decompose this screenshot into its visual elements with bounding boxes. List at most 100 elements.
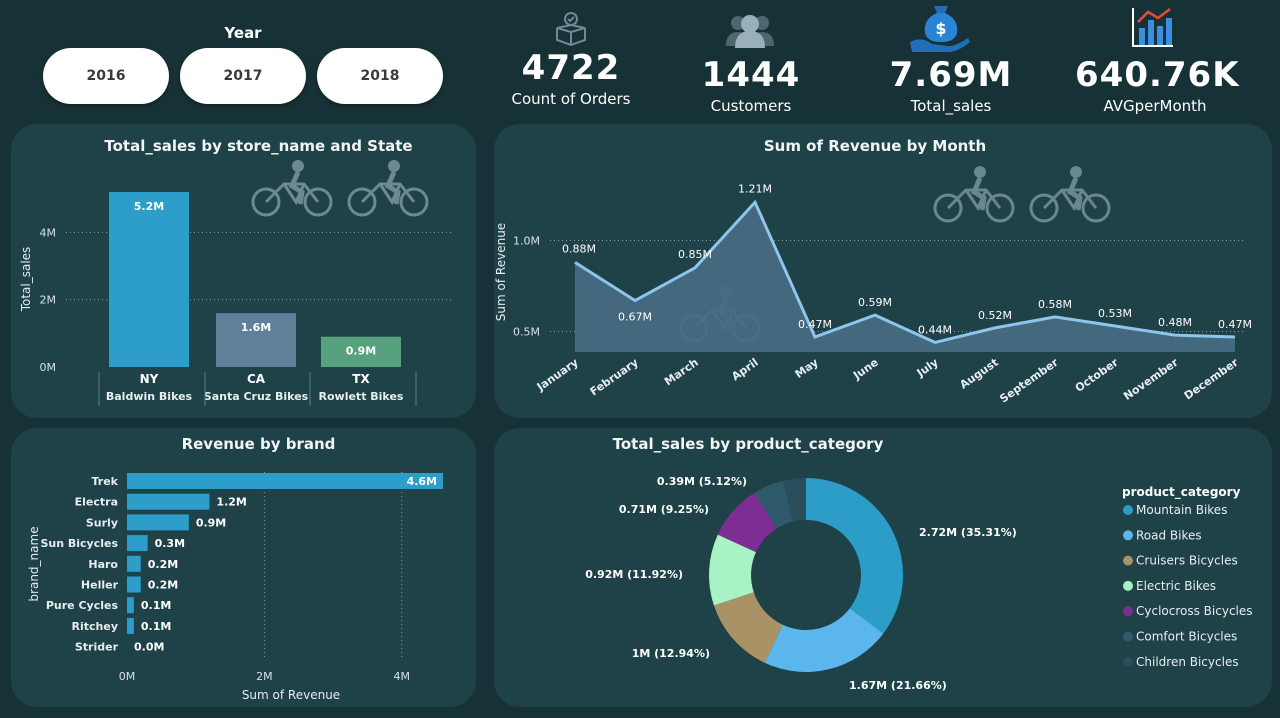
kpi-orders-label: Count of Orders <box>511 90 631 108</box>
bar <box>127 597 134 614</box>
legend-swatch <box>1123 580 1133 591</box>
data-label: 0.3M <box>155 537 185 550</box>
kpi-total-sales-value: 7.69M <box>889 55 1013 95</box>
bar-chart-icon <box>1132 8 1173 47</box>
donut-slice <box>806 478 903 634</box>
kpi-customers-value: 1444 <box>701 55 801 95</box>
data-label: 0.67M <box>618 311 652 324</box>
y-tick-label: 4M <box>40 226 57 239</box>
kpi-avg-per-month-label: AVGperMonth <box>1103 97 1207 115</box>
legend-entry: Electric Bikes <box>1136 579 1216 593</box>
y-tick-label: Ritchey <box>72 620 118 633</box>
x-tick-label: 4M <box>394 670 411 683</box>
y-tick-label: 2M <box>40 294 57 307</box>
legend-entry: Comfort Bicycles <box>1136 630 1237 644</box>
x-tick-label: April <box>729 356 761 383</box>
bar <box>127 535 148 552</box>
x-axis-label: Sum of Revenue <box>242 688 340 702</box>
data-label: 4.6M <box>407 475 437 488</box>
data-label: 0.0M <box>134 641 164 654</box>
data-label: 0.9M <box>346 345 376 358</box>
month-revenue-chart: 0.5M 1.0M Sum of Revenue 0.88M January 0.67M F… <box>494 124 1252 406</box>
bar <box>109 192 189 367</box>
data-label: 0.1M <box>141 620 171 633</box>
data-label: 0.44M <box>918 323 952 336</box>
store-sales-chart: 0M 2M 4M Total_sales 5.2M NY Baldwin Bikes 1.6M… <box>19 124 451 406</box>
legend-entry: Children Bicycles <box>1136 655 1239 669</box>
x-tick-label: November <box>1121 355 1181 402</box>
legend-entry: Cruisers Bicycles <box>1136 554 1238 568</box>
legend-swatch <box>1123 606 1133 617</box>
x-tick-label: TX <box>352 372 370 386</box>
x-tick-label: 2M <box>256 670 273 683</box>
data-label: 5.2M <box>134 200 164 213</box>
data-label: 0.1M <box>141 599 171 612</box>
x-subtick-label: Baldwin Bikes <box>106 390 193 403</box>
data-label: 0.52M <box>978 309 1012 322</box>
legend-swatch <box>1123 505 1133 515</box>
y-tick-label: Trek <box>92 475 119 488</box>
legend-entry: Cyclocross Bicycles <box>1136 604 1253 618</box>
bar <box>127 555 141 572</box>
category-donut-chart: 2.72M (35.31%) 1.67M (21.66%) 1M (12.94%) 0… <box>585 475 1253 692</box>
kpi-avg-per-month: 640.76K AVGperMonth <box>1075 55 1240 115</box>
kpi-total-sales: 7.69M Total_sales <box>870 55 1032 115</box>
bar <box>127 514 189 531</box>
legend-swatch <box>1123 656 1133 667</box>
x-tick-label: January <box>534 356 581 394</box>
data-label: 0.71M (9.25%) <box>619 503 709 516</box>
y-tick-label: Sun Bicycles <box>40 537 118 550</box>
year-button-2018[interactable]: 2018 <box>317 48 443 104</box>
data-label: 0.2M <box>148 558 178 571</box>
kpi-avg-per-month-value: 640.76K <box>1075 55 1240 95</box>
bicycle-icon <box>253 160 331 215</box>
data-label: 1.67M (21.66%) <box>849 679 947 692</box>
svg-text:$: $ <box>935 19 946 38</box>
x-tick-label: December <box>1182 355 1241 402</box>
y-tick-label: Strider <box>75 641 119 654</box>
customers-icon <box>726 15 774 48</box>
data-label: 0.47M <box>1218 318 1252 331</box>
kpi-total-sales-label: Total_sales <box>910 97 992 115</box>
x-tick-label: October <box>1073 355 1121 394</box>
kpi-customers-label: Customers <box>710 97 792 115</box>
data-label: 0.39M (5.12%) <box>657 475 747 488</box>
year-button-2016[interactable]: 2016 <box>43 48 169 104</box>
data-label: 0.47M <box>798 318 832 331</box>
bar <box>127 493 210 510</box>
x-subtick-label: Santa Cruz Bikes <box>204 390 309 403</box>
data-label: 1.21M <box>738 182 772 195</box>
x-tick-label: 0M <box>119 670 136 683</box>
legend-title: product_category <box>1122 485 1241 500</box>
data-label: 0.9M <box>196 516 226 529</box>
bicycle-icon <box>1031 166 1109 221</box>
legend-swatch <box>1123 555 1133 566</box>
data-label: 1.2M <box>216 496 246 509</box>
year-button-2017[interactable]: 2017 <box>180 48 306 104</box>
bicycle-icon <box>349 160 427 215</box>
x-tick-label: February <box>588 356 641 399</box>
y-tick-label: Surly <box>86 516 118 529</box>
money-bag-icon: $ <box>910 6 970 52</box>
data-label: 0.88M <box>562 242 596 255</box>
x-tick-label: August <box>957 356 1000 392</box>
kpi-customers: 1444 Customers <box>680 55 822 115</box>
x-tick-label: May <box>793 356 821 381</box>
y-axis-label: Sum of Revenue <box>494 223 508 321</box>
y-axis-label: Total_sales <box>19 247 33 313</box>
legend-entry: Road Bikes <box>1136 528 1202 542</box>
y-axis-label: brand_name <box>27 526 41 601</box>
bar <box>127 617 134 634</box>
x-tick-label: CA <box>247 372 266 386</box>
y-tick-label: Haro <box>88 558 118 571</box>
x-subtick-label: Rowlett Bikes <box>319 390 404 403</box>
legend-swatch <box>1123 530 1133 541</box>
y-tick-label: Electra <box>75 496 118 509</box>
data-label: 2.72M (35.31%) <box>919 526 1017 539</box>
bar <box>127 473 443 489</box>
x-tick-label: June <box>850 356 881 383</box>
brand-revenue-chart: 0M 2M 4M Sum of Revenue brand_name Trek 4.6M El… <box>27 472 443 702</box>
y-tick-label: Pure Cycles <box>46 599 119 612</box>
y-tick-label: 1.0M <box>513 235 540 248</box>
legend-swatch <box>1123 631 1133 642</box>
